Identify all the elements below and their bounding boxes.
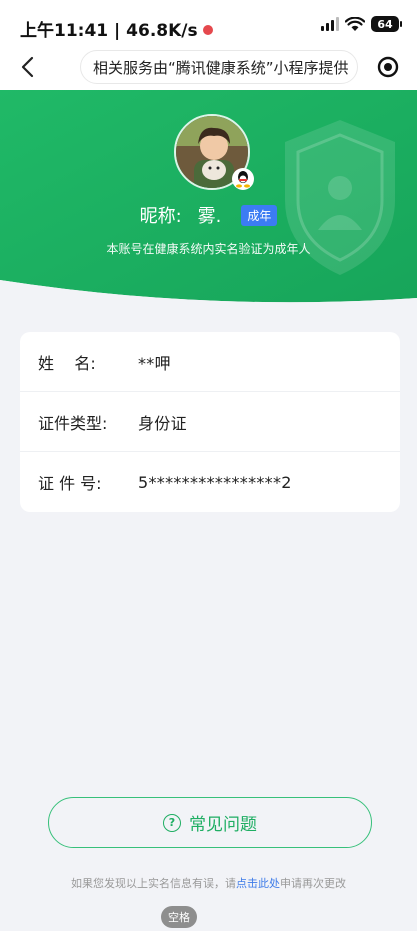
profile-hero: 昵称: 雾. 成年 本账号在健康系统内实名验证为成年人 xyxy=(0,90,417,310)
verification-note: 本账号在健康系统内实名验证为成年人 xyxy=(106,242,311,256)
status-bar: 上午11:41 | 46.8K/s 64 xyxy=(0,0,417,44)
info-row-name: 姓 名: **呷 xyxy=(20,332,400,392)
battery-icon: 64 xyxy=(371,16,402,32)
faq-label: 常见问题 xyxy=(189,815,257,835)
id-type-label: 证件类型: xyxy=(38,413,108,433)
nav-title: 相关服务由“腾讯健康系统”小程序提供 xyxy=(93,58,349,77)
space-key-hint[interactable]: 空格 xyxy=(161,906,197,928)
status-time-text: 上午11:41 | 46.8K/s xyxy=(20,21,198,41)
nav-title-box: 相关服务由“腾讯健康系统”小程序提供 xyxy=(80,50,358,84)
battery-level: 64 xyxy=(377,17,393,31)
identity-info-card: 姓 名: **呷 证件类型: 身份证 证 件 号: 5*************… xyxy=(20,332,400,512)
id-number-value: 5****************2 xyxy=(138,472,292,492)
back-button[interactable] xyxy=(12,52,42,82)
correction-link[interactable]: 点击此处 xyxy=(236,877,280,890)
footer-prefix: 如果您发现以上实名信息有误，请 xyxy=(71,877,236,890)
nickname-value: 雾. xyxy=(197,206,222,227)
footer-note: 如果您发现以上实名信息有误，请点击此处申请再次更改 xyxy=(0,875,417,891)
footer-suffix: 申请再次更改 xyxy=(280,877,346,890)
id-type-value: 身份证 xyxy=(138,413,187,433)
wifi-icon xyxy=(345,16,365,31)
nav-bar: 相关服务由“腾讯健康系统”小程序提供 xyxy=(0,44,417,90)
adult-badge: 成年 xyxy=(241,204,278,226)
faq-button[interactable]: ? 常见问题 xyxy=(48,797,372,848)
recording-icon xyxy=(202,25,213,35)
status-icons: 64 xyxy=(321,16,402,32)
info-row-id-number: 证 件 号: 5****************2 xyxy=(20,452,400,512)
name-value: **呷 xyxy=(138,353,171,373)
status-time: 上午11:41 | 46.8K/s xyxy=(20,16,213,41)
qq-icon xyxy=(232,168,254,190)
name-label: 姓 名: xyxy=(38,353,96,373)
chevron-left-icon xyxy=(21,56,34,78)
signal-icon xyxy=(321,17,339,31)
nickname-row: 昵称: 雾. 成年 xyxy=(0,202,417,228)
question-icon: ? xyxy=(163,813,181,832)
close-miniprogram-button[interactable] xyxy=(373,52,403,82)
id-number-label: 证 件 号: xyxy=(38,474,102,493)
target-icon xyxy=(377,56,399,78)
info-row-id-type: 证件类型: 身份证 xyxy=(20,392,400,452)
nickname-label: 昵称: xyxy=(139,206,182,227)
